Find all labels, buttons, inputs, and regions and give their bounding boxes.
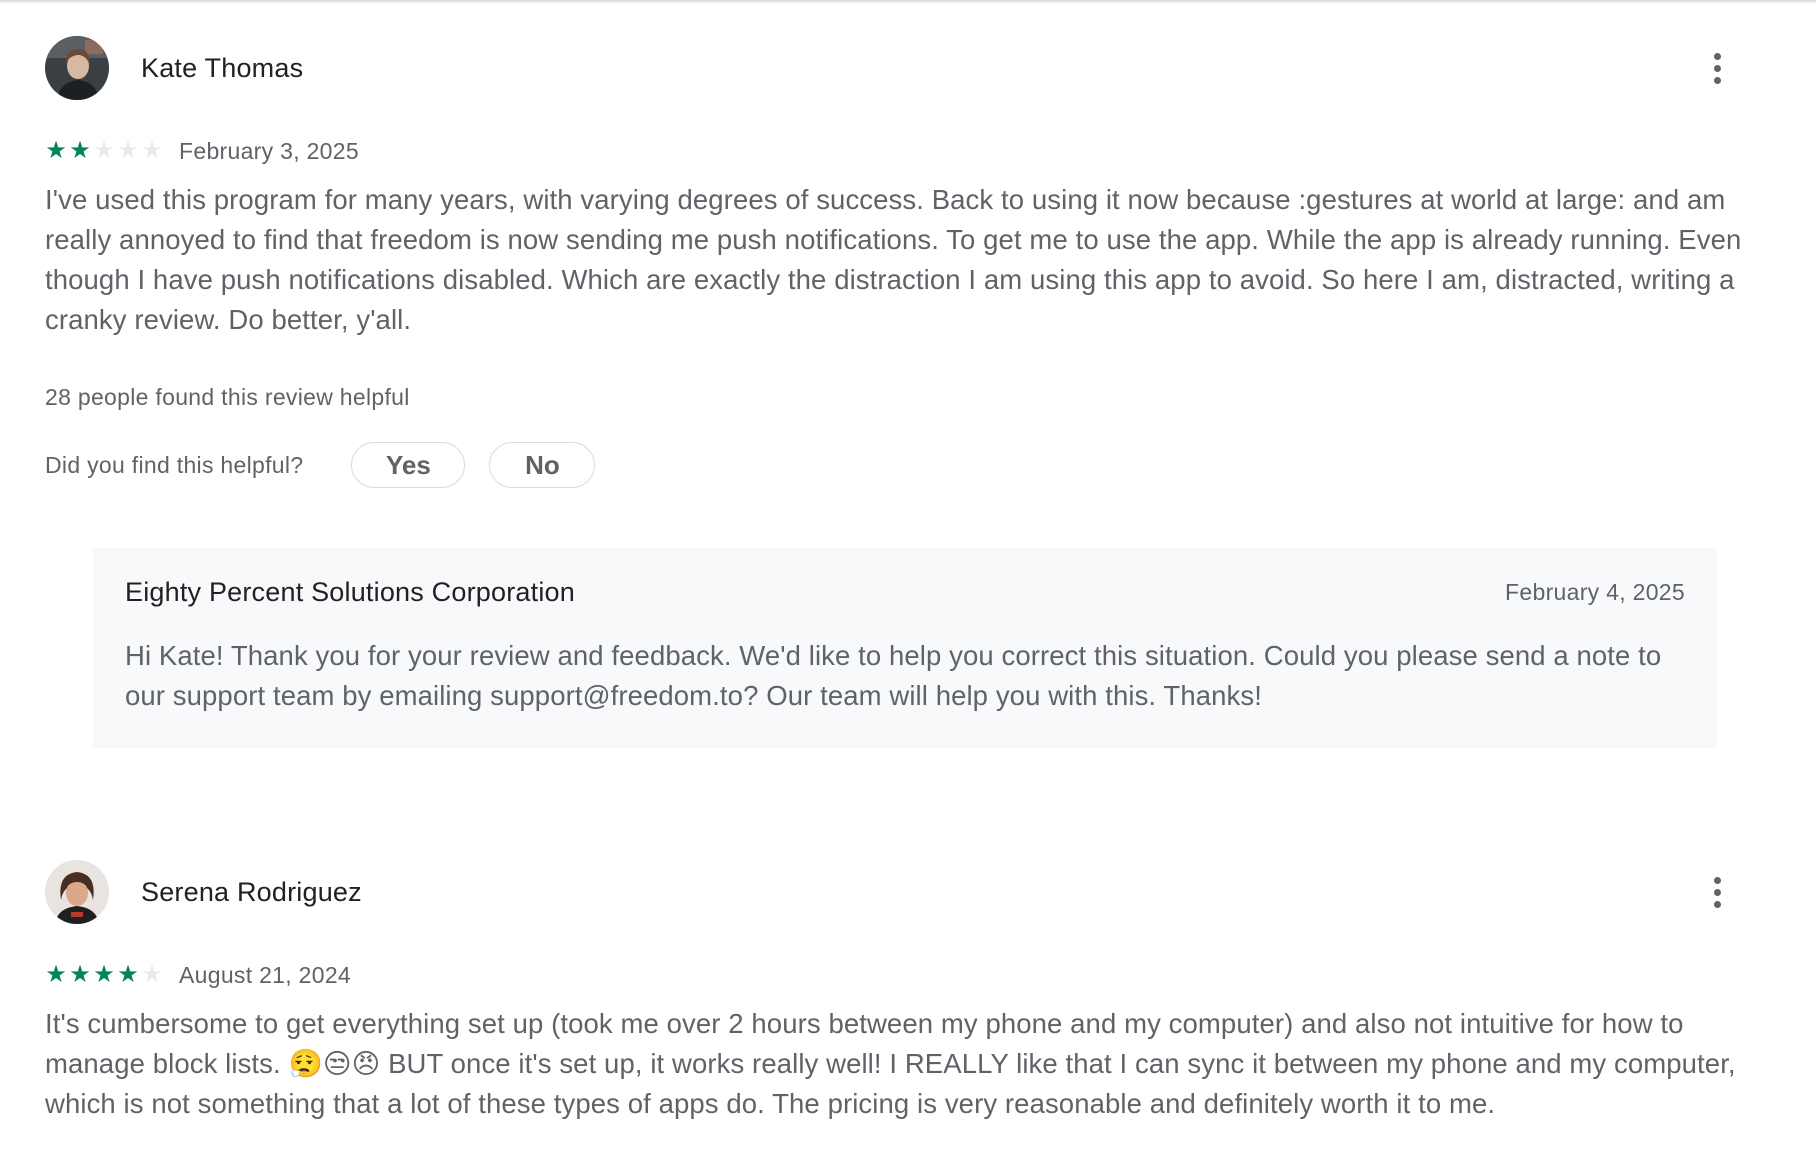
review-header: Kate Thomas [45, 36, 1765, 100]
star-icon: ★ [45, 137, 67, 164]
avatar-image [45, 860, 109, 924]
review-date: August 21, 2024 [179, 961, 352, 988]
review-card: Kate Thomas ★ ★ ★ ★ ★ February 3, 2025 I… [45, 36, 1765, 489]
star-icon: ★ [117, 961, 139, 988]
star-icon: ★ [141, 961, 163, 988]
developer-reply: Eighty Percent Solutions Corporation Feb… [93, 548, 1717, 748]
more-dot [1713, 876, 1721, 884]
star-icon: ★ [117, 137, 139, 164]
reviewer-name: Kate Thomas [141, 52, 304, 83]
rating-row: ★ ★ ★ ★ ★ February 3, 2025 [45, 136, 1765, 166]
review-card: Serena Rodriguez ★ ★ ★ ★ ★ August 21, 20… [45, 860, 1765, 1124]
top-divider [0, 0, 1816, 4]
helpful-question: Did you find this helpful? [45, 451, 304, 478]
more-vert-icon[interactable] [1699, 50, 1735, 86]
star-icon: ★ [141, 137, 163, 164]
star-rating: ★ ★ ★ ★ ★ [45, 139, 163, 163]
helpful-count: 28 people found this review helpful [45, 384, 410, 410]
star-icon: ★ [93, 137, 115, 164]
rating-row: ★ ★ ★ ★ ★ August 21, 2024 [45, 960, 1765, 990]
developer-reply-date: February 4, 2025 [1505, 578, 1685, 605]
developer-name: Eighty Percent Solutions Corporation [125, 576, 575, 607]
review-date: February 3, 2025 [179, 137, 359, 164]
developer-reply-header: Eighty Percent Solutions Corporation Feb… [125, 574, 1685, 610]
more-dot [1713, 52, 1721, 60]
more-dot [1713, 888, 1721, 896]
star-icon: ★ [69, 961, 91, 988]
more-dot [1713, 64, 1721, 72]
yes-button[interactable]: Yes [351, 442, 466, 488]
star-icon: ★ [69, 137, 91, 164]
avatar[interactable] [45, 860, 109, 924]
more-dot [1713, 76, 1721, 84]
more-vert-icon[interactable] [1699, 874, 1735, 910]
star-icon: ★ [45, 961, 67, 988]
no-button[interactable]: No [489, 442, 596, 488]
review-text: It's cumbersome to get everything set up… [45, 1008, 1736, 1119]
developer-reply-text: Hi Kate! Thank you for your review and f… [125, 640, 1662, 711]
reviewer-name: Serena Rodriguez [141, 876, 362, 907]
review-header: Serena Rodriguez [45, 860, 1765, 924]
review-text: I've used this program for many years, w… [45, 184, 1742, 335]
more-dot [1713, 900, 1721, 908]
avatar[interactable] [45, 36, 109, 100]
avatar-image [45, 36, 109, 100]
star-rating: ★ ★ ★ ★ ★ [45, 963, 163, 987]
helpful-prompt: Did you find this helpful? Yes No [45, 441, 1765, 489]
star-icon: ★ [93, 961, 115, 988]
